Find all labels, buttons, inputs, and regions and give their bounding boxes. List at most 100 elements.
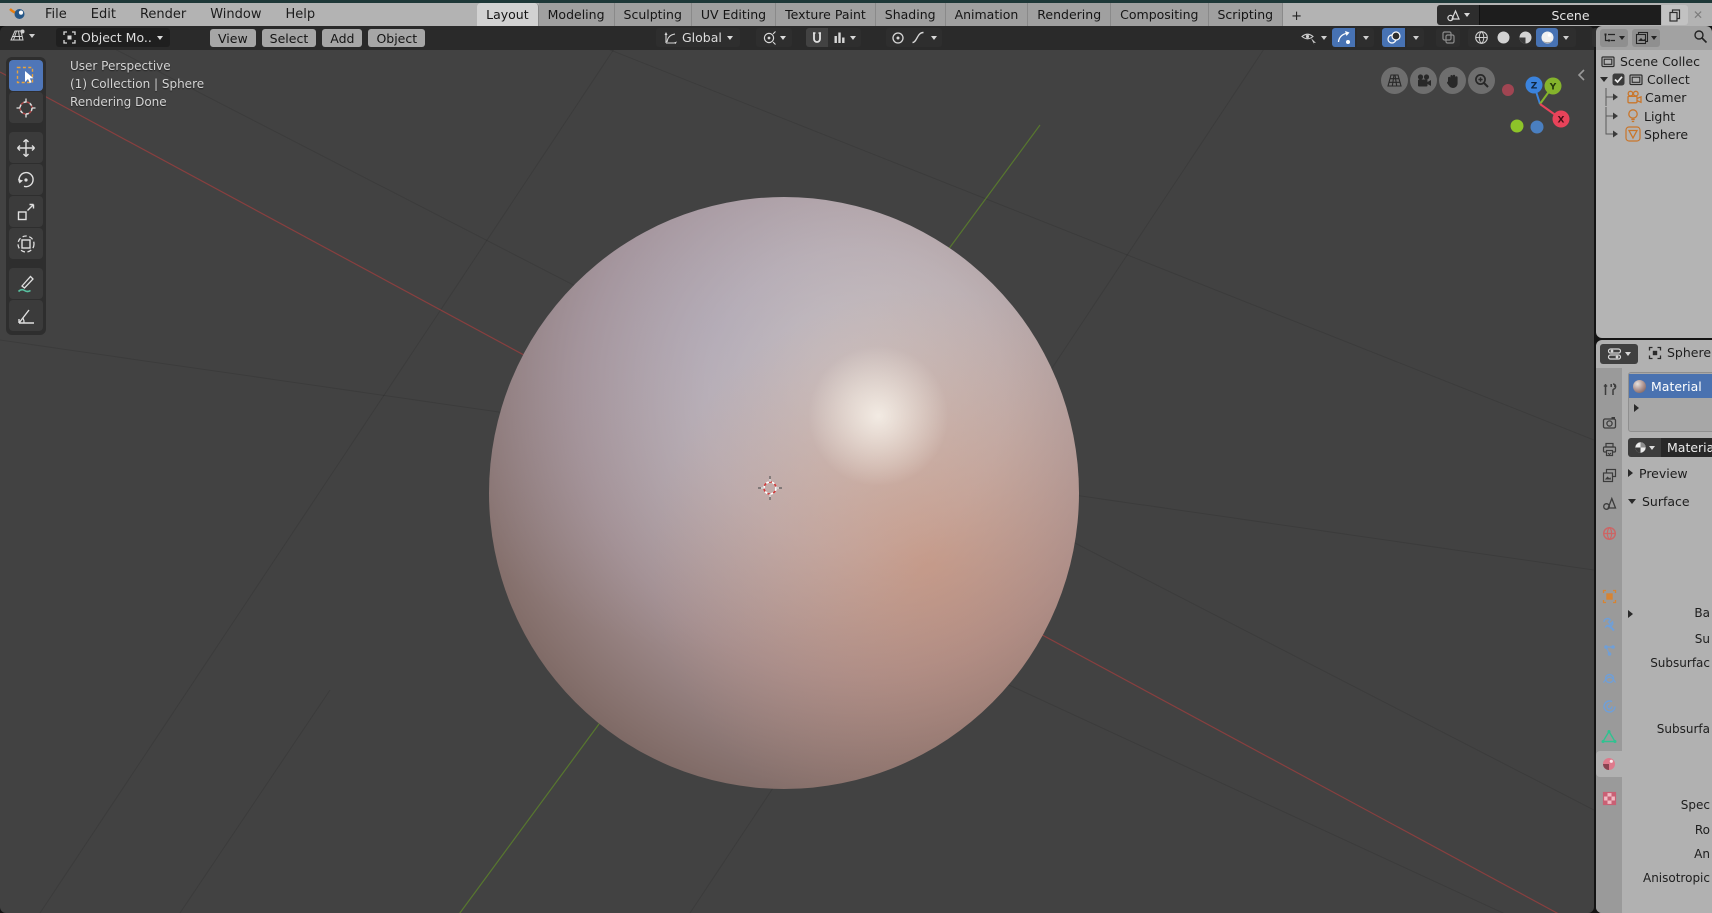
outliner-search-button[interactable] (1693, 29, 1708, 48)
tab-object[interactable] (1596, 583, 1622, 609)
overlays-dropdown[interactable] (1407, 28, 1424, 47)
material-name-field[interactable]: Material (1661, 438, 1712, 457)
material-slot-list[interactable]: Material (1628, 372, 1712, 432)
sidebar-collapse-arrow[interactable] (1576, 68, 1588, 82)
transform-orientation-dropdown[interactable]: Global (656, 28, 740, 47)
material-slot-selected[interactable]: Material (1629, 374, 1712, 398)
outliner-row-camera[interactable]: Camer (1602, 88, 1712, 106)
tool-transform[interactable] (9, 228, 43, 259)
tab-world[interactable] (1596, 520, 1622, 546)
tab-animation[interactable]: Animation (946, 3, 1029, 26)
tool-cursor[interactable] (9, 92, 43, 123)
browse-material-button[interactable] (1628, 438, 1661, 457)
tab-compositing[interactable]: Compositing (1111, 3, 1208, 26)
tab-layout[interactable]: Layout (477, 3, 539, 26)
base-color-expand-icon[interactable] (1628, 610, 1633, 618)
menu-file[interactable]: File (33, 3, 79, 26)
tab-sculpting[interactable]: Sculpting (615, 3, 692, 26)
tab-modeling[interactable]: Modeling (539, 3, 615, 26)
tool-annotate[interactable] (9, 268, 43, 299)
viewport-canvas[interactable]: User Perspective (1) Collection | Sphere… (0, 50, 1594, 913)
tab-output[interactable] (1596, 436, 1622, 462)
overlays-toggle[interactable] (1382, 28, 1405, 47)
slot-specials-arrow-icon[interactable] (1634, 404, 1639, 412)
tab-particles[interactable] (1596, 637, 1622, 663)
tab-texture[interactable] (1596, 785, 1622, 811)
sphere-object[interactable] (489, 197, 1079, 789)
blender-logo-icon[interactable] (0, 4, 33, 25)
tab-constraints[interactable] (1596, 693, 1622, 719)
add-workspace-button[interactable]: + (1283, 7, 1310, 26)
outliner-row-collection[interactable]: Collect (1598, 70, 1712, 88)
tab-texture-paint[interactable]: Texture Paint (776, 3, 876, 26)
tab-rendering[interactable]: Rendering (1028, 3, 1111, 26)
outliner-row-scene-collection[interactable]: Scene Collec (1600, 52, 1712, 70)
tab-tool[interactable] (1596, 376, 1622, 402)
tab-view-layer[interactable] (1596, 462, 1622, 488)
tab-shading[interactable]: Shading (876, 3, 946, 26)
tab-render[interactable] (1596, 410, 1622, 436)
menu-object[interactable]: Object (368, 29, 425, 47)
tool-measure[interactable] (9, 300, 43, 331)
menu-select[interactable]: Select (262, 29, 317, 47)
checkbox-checked-icon[interactable] (1612, 73, 1625, 86)
axis-neg-z-ball[interactable] (1531, 121, 1544, 134)
menu-view[interactable]: View (210, 29, 256, 47)
scene-name-field[interactable]: Scene (1479, 5, 1661, 25)
tab-scene[interactable] (1596, 490, 1622, 516)
editor-type-button[interactable] (8, 28, 35, 44)
mode-dropdown[interactable]: Object Mo.. (56, 28, 170, 47)
show-hide-dropdown[interactable] (1298, 30, 1330, 45)
snap-toggle[interactable] (806, 28, 828, 47)
outliner-row-light[interactable]: Light (1602, 107, 1712, 125)
pan-view-button[interactable] (1439, 67, 1466, 94)
falloff-curve-icon[interactable] (911, 31, 925, 44)
row-label: Sphere (1644, 127, 1688, 142)
menu-render[interactable]: Render (128, 3, 198, 26)
tab-uv-editing[interactable]: UV Editing (692, 3, 776, 26)
shading-dropdown[interactable] (1558, 36, 1574, 40)
tool-scale[interactable] (9, 196, 43, 227)
menu-add[interactable]: Add (322, 29, 362, 47)
xray-toggle[interactable] (1436, 28, 1460, 47)
menu-edit[interactable]: Edit (79, 3, 128, 26)
shading-material-button[interactable] (1514, 30, 1536, 45)
expand-arrow-icon[interactable] (1600, 77, 1608, 82)
proportional-editing-icon[interactable] (891, 31, 905, 45)
scene-datablock-button[interactable] (1437, 5, 1479, 25)
panel-surface[interactable]: Surface (1622, 492, 1712, 510)
tab-material[interactable] (1596, 751, 1622, 777)
menu-window[interactable]: Window (198, 3, 273, 26)
gizmos-dropdown[interactable] (1357, 28, 1374, 47)
shading-solid-button[interactable] (1492, 30, 1514, 45)
pivot-point-dropdown[interactable] (756, 28, 792, 47)
3d-cursor (757, 475, 783, 501)
camera-view-button[interactable] (1410, 67, 1437, 94)
outliner-display-mode-button[interactable] (1632, 29, 1660, 47)
unlink-scene-icon[interactable]: ✕ (1688, 8, 1708, 22)
tool-move[interactable] (9, 132, 43, 163)
tab-physics[interactable] (1596, 665, 1622, 691)
tool-rotate[interactable] (9, 164, 43, 195)
shading-rendered-button[interactable] (1536, 28, 1558, 47)
outliner-row-sphere[interactable]: Sphere (1602, 125, 1712, 143)
axis-neg-x-ball[interactable] (1502, 84, 1514, 96)
axis-neg-y-ball[interactable] (1511, 120, 1524, 133)
panel-preview[interactable]: Preview (1622, 464, 1712, 482)
shading-wireframe-button[interactable] (1470, 30, 1492, 45)
outliner-panel[interactable]: Scene Collec Collect (1596, 50, 1712, 338)
gizmos-toggle[interactable] (1332, 28, 1355, 47)
tab-scripting[interactable]: Scripting (1209, 3, 1284, 26)
tab-object-data[interactable] (1596, 723, 1622, 749)
properties-panel[interactable]: Sphere (1596, 340, 1712, 913)
axis-navigation-gizmo[interactable]: Z Y X (1496, 70, 1588, 142)
tool-select-box[interactable] (9, 60, 43, 91)
zoom-view-button[interactable] (1468, 67, 1495, 94)
tab-modifiers[interactable] (1596, 611, 1622, 637)
new-scene-button[interactable] (1662, 5, 1688, 25)
object-mode-icon (63, 31, 76, 44)
grid-view-button[interactable] (1381, 67, 1408, 94)
menu-help[interactable]: Help (274, 3, 328, 26)
outliner-editor-type-button[interactable] (1600, 29, 1628, 47)
snap-to-dropdown[interactable] (828, 31, 861, 44)
